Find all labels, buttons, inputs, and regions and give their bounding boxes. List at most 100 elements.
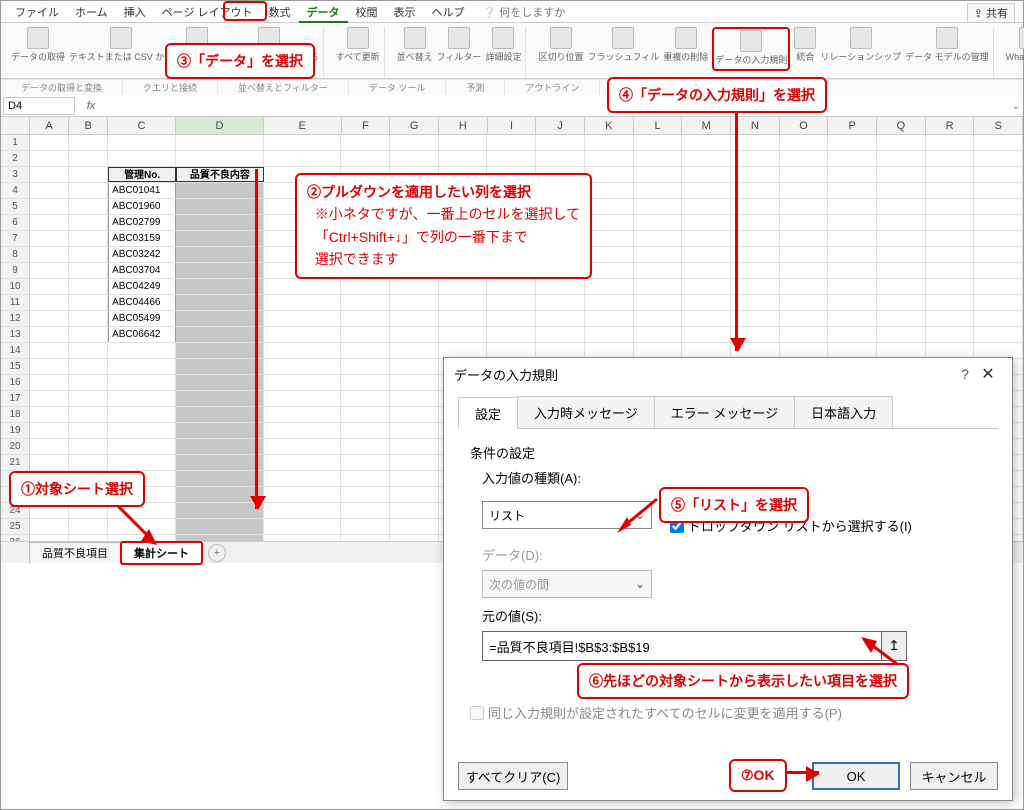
cell[interactable] — [341, 327, 390, 342]
col-header-I[interactable]: I — [488, 117, 537, 134]
cell[interactable] — [341, 375, 390, 390]
cell[interactable] — [828, 279, 877, 294]
cell[interactable] — [176, 279, 263, 294]
cell[interactable] — [877, 263, 926, 278]
cell[interactable] — [634, 343, 683, 358]
cell[interactable] — [634, 135, 683, 150]
cell[interactable] — [877, 183, 926, 198]
dialog-tab-ime[interactable]: 日本語入力 — [794, 396, 893, 428]
row-header[interactable]: 13 — [1, 327, 30, 342]
menu-表示[interactable]: 表示 — [386, 5, 424, 21]
row-header[interactable]: 19 — [1, 423, 30, 438]
cell[interactable] — [780, 327, 829, 342]
cell[interactable] — [439, 311, 488, 326]
cell[interactable] — [487, 151, 536, 166]
cell[interactable] — [536, 279, 585, 294]
cell[interactable] — [341, 487, 390, 502]
cell[interactable] — [877, 199, 926, 214]
cell[interactable] — [176, 359, 263, 374]
cell[interactable] — [390, 471, 439, 486]
data-model-button[interactable]: データ モデルの管理 — [905, 27, 989, 71]
cell[interactable] — [69, 215, 108, 230]
row-header[interactable]: 11 — [1, 295, 30, 310]
cell[interactable] — [682, 183, 731, 198]
consolidate-button[interactable]: 統合 — [794, 27, 816, 71]
cell[interactable] — [30, 215, 69, 230]
share-button[interactable]: ⇪ 共有 — [967, 3, 1015, 23]
data-validation-button[interactable]: データの入力規則 — [712, 27, 790, 71]
remove-dup-button[interactable]: 重複の削除 — [663, 27, 708, 71]
cell[interactable] — [439, 295, 488, 310]
cell[interactable] — [877, 295, 926, 310]
cell[interactable]: ABC04249 — [108, 279, 176, 294]
cell[interactable] — [974, 295, 1023, 310]
row-header[interactable]: 6 — [1, 215, 30, 230]
cell[interactable] — [974, 263, 1023, 278]
cell[interactable] — [974, 311, 1023, 326]
col-header-D[interactable]: D — [176, 117, 264, 134]
col-header-P[interactable]: P — [828, 117, 877, 134]
cell[interactable] — [341, 295, 390, 310]
cell[interactable] — [926, 311, 975, 326]
cell[interactable] — [69, 439, 108, 454]
cell[interactable] — [390, 503, 439, 518]
cell[interactable] — [926, 247, 975, 262]
menu-校閲[interactable]: 校閲 — [348, 5, 386, 21]
cell[interactable] — [176, 263, 263, 278]
cell[interactable] — [341, 391, 390, 406]
cell[interactable] — [390, 359, 439, 374]
cell[interactable] — [176, 471, 263, 486]
cell[interactable] — [877, 167, 926, 182]
cell[interactable] — [731, 199, 780, 214]
cell[interactable] — [585, 151, 634, 166]
cell[interactable] — [390, 295, 439, 310]
cell[interactable] — [585, 279, 634, 294]
cell[interactable] — [634, 231, 683, 246]
cell[interactable] — [30, 343, 69, 358]
cell[interactable] — [69, 455, 108, 470]
cell[interactable] — [974, 199, 1023, 214]
cell[interactable] — [341, 311, 390, 326]
cell[interactable] — [634, 295, 683, 310]
name-box[interactable] — [3, 97, 75, 115]
cell[interactable] — [974, 279, 1023, 294]
cell[interactable] — [828, 183, 877, 198]
cell[interactable] — [264, 135, 342, 150]
cell[interactable] — [974, 135, 1023, 150]
cell[interactable] — [974, 343, 1023, 358]
cell[interactable] — [341, 359, 390, 374]
col-header-R[interactable]: R — [926, 117, 975, 134]
clear-all-button[interactable]: すべてクリア(C) — [458, 762, 568, 790]
cell[interactable] — [828, 327, 877, 342]
cell[interactable] — [176, 295, 263, 310]
cell[interactable] — [264, 487, 342, 502]
cell[interactable] — [390, 455, 439, 470]
cell[interactable] — [926, 167, 975, 182]
cell[interactable]: ABC01960 — [108, 199, 176, 214]
whatif-button[interactable]: What-If 分析 — [1006, 27, 1024, 71]
cell[interactable] — [487, 295, 536, 310]
cell[interactable] — [780, 343, 829, 358]
cell[interactable] — [439, 327, 488, 342]
cell[interactable] — [390, 423, 439, 438]
cell[interactable] — [69, 295, 108, 310]
row-header[interactable]: 8 — [1, 247, 30, 262]
cell[interactable] — [69, 391, 108, 406]
cell[interactable] — [780, 263, 829, 278]
menu-挿入[interactable]: 挿入 — [116, 5, 154, 21]
cell[interactable] — [390, 391, 439, 406]
cell[interactable] — [780, 231, 829, 246]
cell[interactable]: ABC03159 — [108, 231, 176, 246]
cell[interactable] — [634, 279, 683, 294]
cell[interactable] — [30, 359, 69, 374]
cell[interactable] — [974, 327, 1023, 342]
cell[interactable] — [536, 311, 585, 326]
cell[interactable] — [439, 279, 488, 294]
cell[interactable] — [30, 263, 69, 278]
menu-ファイル[interactable]: ファイル — [7, 5, 67, 21]
cell[interactable] — [69, 311, 108, 326]
cell[interactable] — [264, 407, 342, 422]
cell[interactable] — [108, 135, 176, 150]
cell[interactable] — [634, 247, 683, 262]
col-header-Q[interactable]: Q — [877, 117, 926, 134]
